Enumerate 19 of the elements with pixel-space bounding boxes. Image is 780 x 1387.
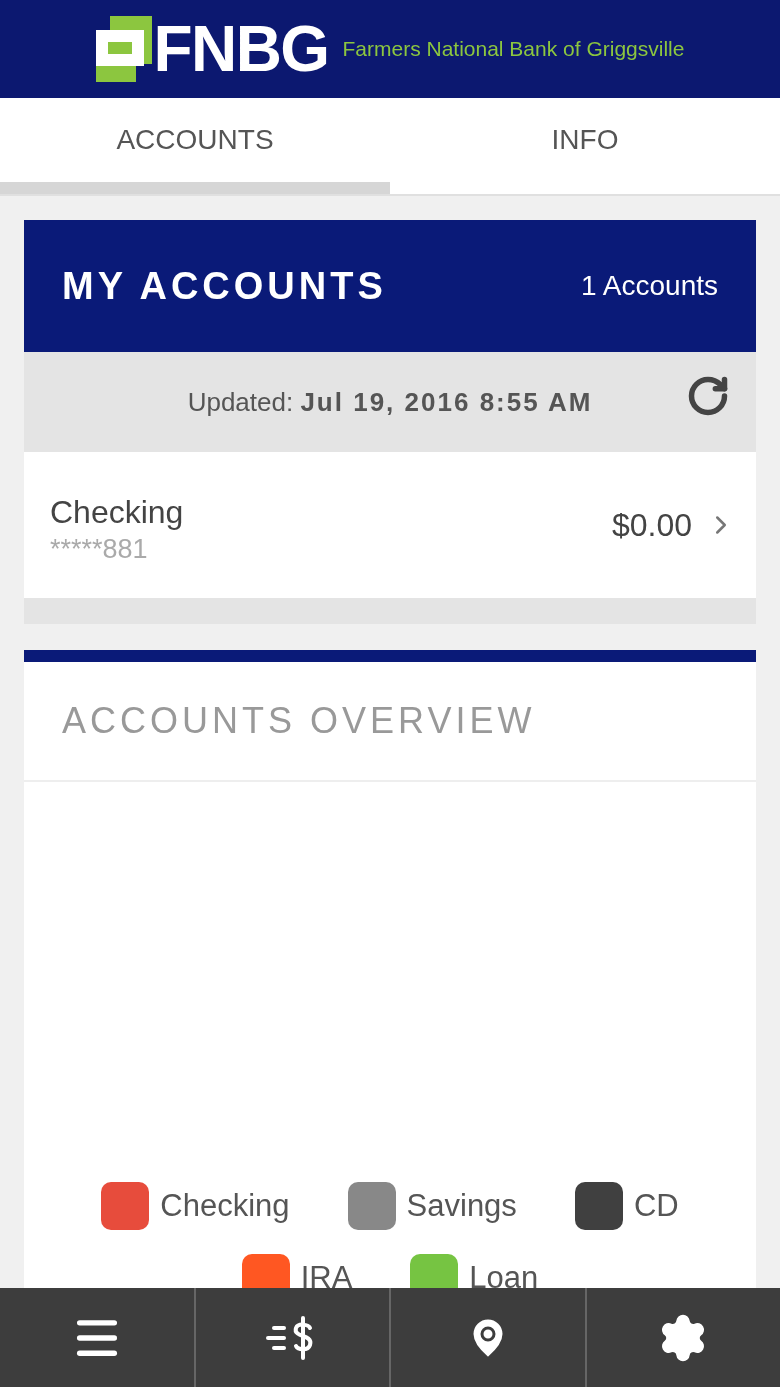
legend-label: CD — [633, 1186, 679, 1225]
overview-title: ACCOUNTS OVERVIEW — [62, 699, 536, 743]
account-count: 1 Accounts — [581, 269, 718, 303]
logo-text: FNBG — [153, 17, 329, 81]
card-title: MY ACCOUNTS — [62, 263, 387, 309]
logo-icon — [95, 16, 154, 82]
account-balance: $0.00 — [611, 506, 692, 545]
tab[interactable]: INFO — [390, 98, 780, 194]
refresh-icon[interactable] — [686, 374, 730, 418]
bank-name: Farmers National Bank of Griggsville — [342, 36, 685, 63]
legend-label: IRA — [300, 1258, 353, 1288]
legend-label: Checking — [160, 1186, 290, 1225]
account-name: Checking — [50, 492, 184, 532]
tab[interactable]: ACCOUNTS — [0, 98, 390, 194]
legend-label: Savings — [406, 1186, 517, 1225]
updated-text: Updated: Jul 19, 2016 8:55 AM — [187, 385, 593, 419]
account-number: *****881 — [50, 535, 149, 563]
account-row[interactable]: Checking *****881 $0.00 — [24, 452, 756, 598]
legend-label: Loan — [469, 1258, 539, 1288]
